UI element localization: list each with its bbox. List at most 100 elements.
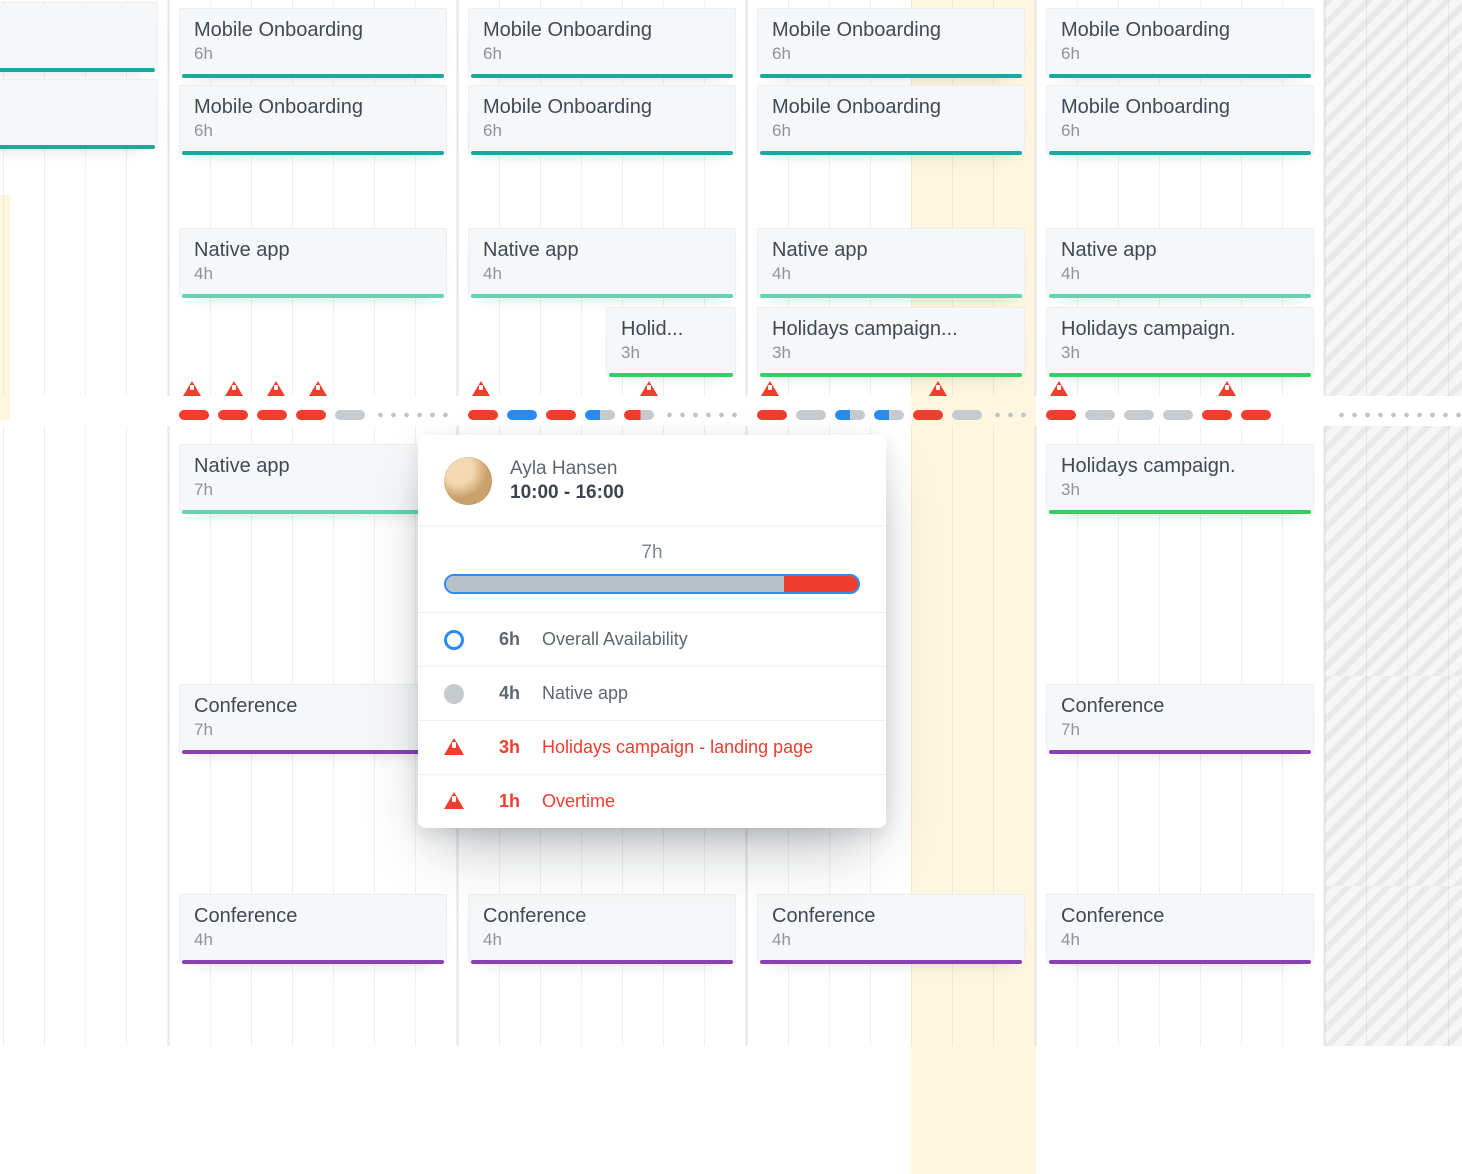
task-hours: 3h xyxy=(621,343,721,363)
task-title: Mobile Onboarding xyxy=(1061,19,1299,42)
day-col xyxy=(0,426,169,676)
task-hours: 3h xyxy=(1061,343,1299,363)
task-card[interactable]: Holid... 3h xyxy=(606,307,736,376)
workload-dots xyxy=(374,410,448,420)
task-card[interactable]: Mobile Onboarding 6h xyxy=(468,8,736,77)
task-title: Conference xyxy=(194,905,432,928)
task-hours: 6h xyxy=(483,121,721,141)
workload-pill xyxy=(585,410,615,420)
popover-user-name: Ayla Hansen xyxy=(510,458,624,480)
task-card[interactable]: Conference 7h xyxy=(179,684,447,753)
task-hours: 3h xyxy=(1061,480,1299,500)
task-hours: 6h xyxy=(483,44,721,64)
task-card[interactable]: Conference 4h xyxy=(757,894,1025,963)
task-hours xyxy=(0,38,143,58)
day-col: Conference 7h xyxy=(1036,676,1325,886)
workload-pill xyxy=(1085,410,1115,420)
task-card[interactable]: Mobile Onboarding 6h xyxy=(1046,85,1314,154)
task-hours: 4h xyxy=(194,930,432,950)
day-col: Native app 7h xyxy=(169,426,458,676)
task-card[interactable]: Holidays campaign. 3h xyxy=(1046,444,1314,513)
task-hours: 7h xyxy=(1061,720,1299,740)
popover-row-native-app[interactable]: 4h Native app xyxy=(418,666,886,720)
workload-pill xyxy=(624,410,654,420)
task-hours: 4h xyxy=(772,930,1010,950)
availability-popover[interactable]: Ayla Hansen 10:00 - 16:00 7h 6h Overall … xyxy=(418,435,886,828)
task-card[interactable]: Native app 7h xyxy=(179,444,447,513)
ring-icon xyxy=(444,630,464,650)
task-hours: 4h xyxy=(1061,930,1299,950)
popover-row-label: Holidays campaign - landing page xyxy=(542,737,813,758)
task-title: Holidays campaign. xyxy=(1061,318,1299,341)
task-card[interactable]: Native app 4h xyxy=(468,228,736,297)
workload-pill xyxy=(1046,410,1076,420)
workload-pill xyxy=(757,410,787,420)
task-hours: 6h xyxy=(1061,44,1299,64)
day-col: Conference 4h xyxy=(1036,886,1325,1046)
task-title: Native app xyxy=(772,239,1010,262)
task-title: Mobile Onboarding xyxy=(483,19,721,42)
task-title: Conference xyxy=(772,905,1010,928)
day-col-off xyxy=(1325,0,1462,200)
day-col: oarding oarding xyxy=(0,0,169,200)
task-card[interactable]: Mobile Onboarding 6h xyxy=(468,85,736,154)
task-card[interactable]: oarding xyxy=(0,79,158,148)
task-title: Native app xyxy=(1061,239,1299,262)
popover-row-hours: 4h xyxy=(486,683,520,704)
popover-row-label: Overtime xyxy=(542,791,615,812)
day-col-off xyxy=(1325,886,1462,1046)
task-hours: 4h xyxy=(772,264,1010,284)
task-card[interactable]: Holidays campaign. 3h xyxy=(1046,307,1314,376)
workload-pill xyxy=(1163,410,1193,420)
task-title: Holidays campaign. xyxy=(1061,455,1299,478)
task-card[interactable]: Conference 4h xyxy=(468,894,736,963)
popover-row-holidays[interactable]: 3h Holidays campaign - landing page xyxy=(418,720,886,774)
workload-pill xyxy=(468,410,498,420)
day-col: Holidays campaign. 3h xyxy=(1036,426,1325,676)
day-col xyxy=(0,200,169,396)
task-card[interactable]: Native app 4h xyxy=(179,228,447,297)
workload-dots xyxy=(663,410,737,420)
task-title: oarding xyxy=(0,13,143,36)
task-card[interactable]: Conference 4h xyxy=(179,894,447,963)
task-card[interactable]: oarding xyxy=(0,2,158,71)
task-card[interactable]: Mobile Onboarding 6h xyxy=(757,85,1025,154)
task-hours: 6h xyxy=(772,44,1010,64)
task-card[interactable]: Holidays campaign... 3h xyxy=(757,307,1025,376)
day-col: Mobile Onboarding 6h Mobile Onboarding 6… xyxy=(1036,0,1325,200)
task-card[interactable]: Conference 4h xyxy=(1046,894,1314,963)
day-col xyxy=(0,676,169,886)
dot-icon xyxy=(444,684,464,704)
avatar xyxy=(444,457,492,505)
day-col-off xyxy=(1325,200,1462,396)
lane-conference4: Conference 4h Conference 4h Conference 4… xyxy=(0,886,1462,1046)
schedule-grid[interactable]: oarding oarding Mobile Onboarding 6h Mob… xyxy=(0,0,1462,1174)
workload-pill xyxy=(218,410,248,420)
task-hours: 4h xyxy=(1061,264,1299,284)
task-card[interactable]: Mobile Onboarding 6h xyxy=(179,85,447,154)
popover-row-hours: 6h xyxy=(486,629,520,650)
day-col: Native app 4h Holidays campaign... 3h xyxy=(747,200,1036,396)
task-card[interactable]: Native app 4h xyxy=(1046,228,1314,297)
task-card[interactable]: Mobile Onboarding 6h xyxy=(757,8,1025,77)
day-col-off xyxy=(1325,426,1462,676)
day-col: Conference 7h xyxy=(169,676,458,886)
alert-icon xyxy=(444,738,464,755)
popover-row-label: Native app xyxy=(542,683,628,704)
task-title: Native app xyxy=(483,239,721,262)
day-col: Conference 4h xyxy=(747,886,1036,1046)
popover-header: Ayla Hansen 10:00 - 16:00 xyxy=(418,435,886,526)
task-card[interactable]: Conference 7h xyxy=(1046,684,1314,753)
task-hours: 6h xyxy=(772,121,1010,141)
day-col xyxy=(0,886,169,1046)
task-card[interactable]: Native app 4h xyxy=(757,228,1025,297)
task-hours xyxy=(0,115,143,135)
task-card[interactable]: Mobile Onboarding 6h xyxy=(1046,8,1314,77)
popover-row-overtime[interactable]: 1h Overtime xyxy=(418,774,886,828)
popover-row-availability[interactable]: 6h Overall Availability xyxy=(418,612,886,666)
task-title: Mobile Onboarding xyxy=(483,96,721,119)
task-title: Mobile Onboarding xyxy=(1061,96,1299,119)
workload-pill xyxy=(1124,410,1154,420)
popover-row-hours: 1h xyxy=(486,791,520,812)
task-card[interactable]: Mobile Onboarding 6h xyxy=(179,8,447,77)
